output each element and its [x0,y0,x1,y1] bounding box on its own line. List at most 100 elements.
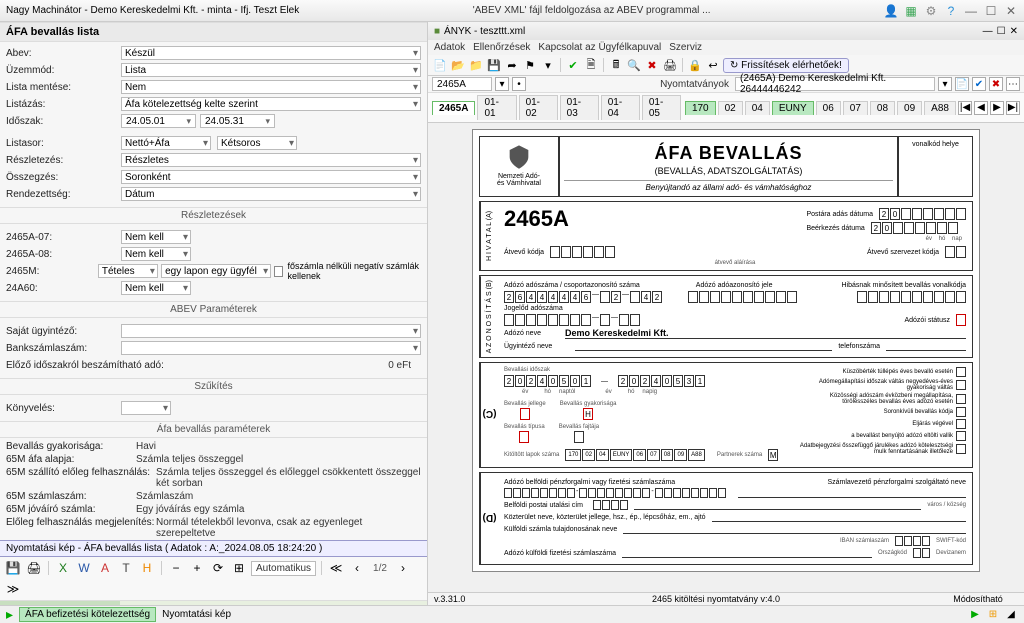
code-input[interactable]: 2465A [432,77,492,91]
tab-0103[interactable]: 01-03 [560,95,599,120]
iban-boxes[interactable] [895,536,930,546]
tab-170[interactable]: 170 [685,101,716,115]
toolbar-html-icon[interactable]: H [138,559,156,577]
toolbar-minus-icon[interactable]: − [167,559,185,577]
telefon-input[interactable] [886,341,966,351]
tb-find-icon[interactable]: 🔍 [626,57,642,73]
tb-calc-icon[interactable]: 🖩 [608,57,624,73]
tb-back-icon[interactable]: ↩ [705,57,721,73]
date-from[interactable]: 24.05.01▾ [121,114,196,128]
settings-icon[interactable]: ⚙ [924,4,938,18]
tab-0101[interactable]: 01-01 [477,95,516,120]
tab-prev-icon[interactable]: ◀ [974,101,988,115]
sajat-select[interactable]: ▾ [121,324,421,338]
minimize-icon[interactable]: — [964,4,978,18]
bev-tipus-box[interactable] [519,431,529,443]
tb-doc-icon[interactable]: 🗎 [583,57,599,73]
strip-dot-icon[interactable]: • [512,77,526,91]
tab-a88[interactable]: A88 [924,101,956,115]
tab-06[interactable]: 06 [816,101,841,115]
m-box[interactable]: M [768,449,778,461]
tab-07[interactable]: 07 [843,101,868,115]
osszegzes-select[interactable]: Soronként▾ [121,170,421,184]
tb-new-icon[interactable]: 📄 [432,57,448,73]
tb-print-icon[interactable]: 🖨 [662,57,678,73]
tb-lock-icon[interactable]: 🔒 [687,57,703,73]
nav-next-icon[interactable]: › [394,559,412,577]
strip-more-icon[interactable]: ⋯ [1006,77,1020,91]
anyk-max-icon[interactable]: ☐ [997,26,1006,37]
tab-0102[interactable]: 01-02 [519,95,558,120]
corner-grid-icon[interactable]: ⊞ [986,608,1000,622]
zoom-auto[interactable]: Automatikus [251,561,316,576]
orszag-boxes[interactable] [913,548,930,558]
form-canvas[interactable]: Nemzeti Adó- és Vámhivatal ÁFA BEVALLÁS … [428,123,1024,592]
a07-select[interactable]: Nem kell▾ [121,230,191,244]
konyveles-select[interactable]: ▾ [121,401,171,415]
listazas-select[interactable]: Áfa kötelezettség kelte szerint▾ [121,97,421,111]
tab-08[interactable]: 08 [870,101,895,115]
strip-new-icon[interactable]: 📄 [955,77,969,91]
tb-flag-icon[interactable]: ⚑ [522,57,538,73]
refresh-button[interactable]: ↻ Frissítések elérhetőek! [723,58,849,73]
tab-02[interactable]: 02 [718,101,743,115]
tab-first-icon[interactable]: |◀ [958,101,972,115]
nav-prev-icon[interactable]: ‹ [348,559,366,577]
user-icon[interactable]: 👤 [884,4,898,18]
toolbar-fit-icon[interactable]: ⊞ [230,559,248,577]
tb-save-icon[interactable]: 💾 [486,57,502,73]
a60-select[interactable]: Nem kell▾ [121,281,191,295]
kulfoldi-tulaj-input[interactable] [623,524,966,534]
szamlavezeto-input[interactable] [738,488,966,498]
m-select[interactable]: Tételes▾ [98,264,158,278]
uzemmod-select[interactable]: Lista▾ [121,63,421,77]
anyk-close-icon[interactable]: ✕ [1010,26,1018,37]
ugyintezo-input[interactable] [575,341,832,351]
tab-next-icon[interactable]: ▶ [990,101,1004,115]
tab-0104[interactable]: 01-04 [601,95,640,120]
tab-0105[interactable]: 01-05 [642,95,681,120]
strip-down-icon[interactable]: ▾ [495,77,509,91]
corner-resize-icon[interactable]: ◢ [1004,608,1018,622]
tb-arrow-icon[interactable]: ➦ [504,57,520,73]
rendezettseg-select[interactable]: Dátum▾ [121,187,421,201]
bev-gyak-box[interactable]: H [583,408,593,420]
status-tab[interactable]: ÁFA befizetési kötelezettség [19,607,156,622]
m-checkbox[interactable] [274,266,283,277]
date-to-boxes[interactable]: 20240531 [618,375,705,387]
nyom-select[interactable]: (2465A) Demo Kereskedelmi Kft. 264444462… [735,77,935,91]
tb-open-icon[interactable]: 📂 [450,57,466,73]
menu-szerviz[interactable]: Szerviz [669,42,702,53]
hibas-boxes[interactable] [857,291,966,303]
tb-openalt-icon[interactable]: 📁 [468,57,484,73]
penzforgalmi-boxes[interactable]: -- [504,488,726,498]
ketsoros-select[interactable]: Kétsoros▾ [217,136,297,150]
postai-boxes[interactable] [593,500,628,510]
status-box[interactable] [956,314,966,326]
kulfoldi-fiz-input[interactable] [622,548,872,558]
bev-jellege-box[interactable] [520,408,530,420]
maximize-icon[interactable]: ☐ [984,4,998,18]
listamentes-select[interactable]: Nem▾ [121,80,421,94]
tb-check-icon[interactable]: ✔ [565,57,581,73]
toolbar-pdf-icon[interactable]: A [96,559,114,577]
nyom-caret-icon[interactable]: ▾ [938,77,952,91]
nav-first-icon[interactable]: ≪ [327,559,345,577]
tab-last-icon[interactable]: ▶| [1006,101,1020,115]
tab-euny[interactable]: EUNY [772,101,814,115]
close-icon[interactable]: ✕ [1004,4,1018,18]
help-icon[interactable]: ? [944,4,958,18]
toolbar-save-icon[interactable]: 💾 [4,559,22,577]
adoszam-boxes[interactable]: 26444446—2—42 [504,291,662,303]
toolbar-print-icon[interactable]: 🖨 [25,559,43,577]
menu-ellenorzesek[interactable]: Ellenőrzések [473,42,530,53]
corner-play-icon[interactable]: ▶ [968,608,982,622]
bev-fajta-box[interactable] [574,431,584,443]
jogelod-boxes[interactable]: —— [504,314,640,326]
tab-04[interactable]: 04 [745,101,770,115]
date-from-boxes[interactable]: 20240501 [504,375,591,387]
toolbar-txt-icon[interactable]: T [117,559,135,577]
adoazonosito-boxes[interactable] [688,291,797,303]
tb-caret-icon[interactable]: ▾ [540,57,556,73]
tb-x-icon[interactable]: ✖ [644,57,660,73]
